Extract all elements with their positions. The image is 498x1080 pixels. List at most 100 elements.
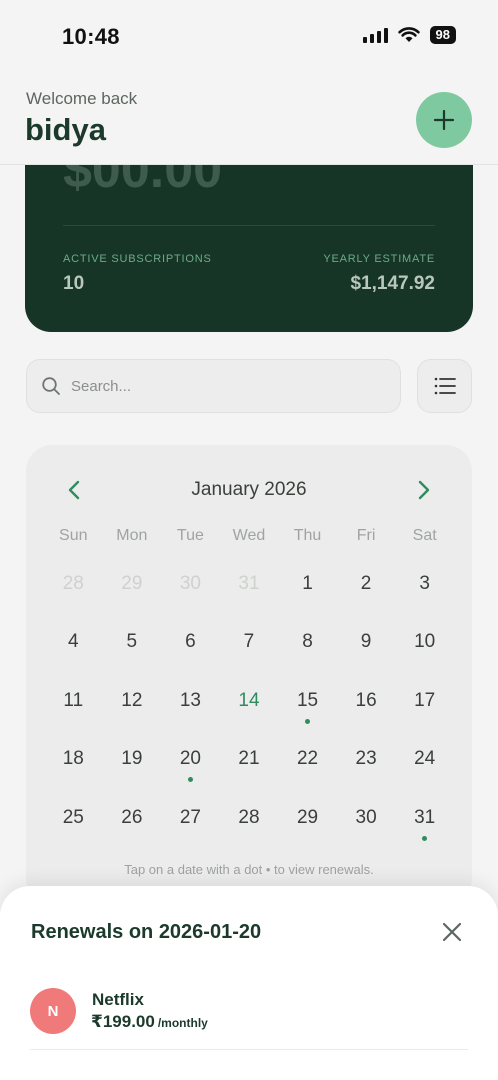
summary-divider bbox=[63, 225, 435, 226]
calendar-day[interactable]: 6 bbox=[161, 613, 220, 671]
calendar-month-label: January 2026 bbox=[191, 479, 307, 500]
calendar-day[interactable]: 18 bbox=[44, 730, 103, 788]
weekday-row: Sun Mon Tue Wed Thu Fri Sat bbox=[44, 527, 454, 545]
calendar-day: 29 bbox=[103, 555, 162, 613]
calendar-day[interactable]: 7 bbox=[220, 613, 279, 671]
calendar-day[interactable]: 1 bbox=[278, 555, 337, 613]
day-number: 29 bbox=[121, 573, 143, 594]
calendar-day[interactable]: 16 bbox=[337, 672, 396, 730]
calendar-day: 31 bbox=[220, 555, 279, 613]
calendar-day[interactable]: 13 bbox=[161, 672, 220, 730]
calendar-day: 28 bbox=[44, 555, 103, 613]
renewals-sheet: Renewals on 2026-01-20 N Netflix ₹199.00… bbox=[0, 886, 498, 1080]
weekday-label: Wed bbox=[232, 527, 266, 544]
calendar-week: 4 5 6 7 8 9 10 bbox=[44, 613, 454, 671]
calendar-day[interactable]: 25 bbox=[44, 789, 103, 847]
next-month-button[interactable] bbox=[411, 477, 437, 503]
sheet-title: Renewals on 2026-01-20 bbox=[31, 921, 262, 943]
yearly-estimate-label: YEARLY ESTIMATE bbox=[323, 253, 435, 265]
calendar-day-with-renewal[interactable]: 15 bbox=[278, 672, 337, 730]
search-input[interactable] bbox=[71, 377, 371, 395]
calendar-day[interactable]: 27 bbox=[161, 789, 220, 847]
day-number: 22 bbox=[296, 748, 319, 770]
renewal-item[interactable]: N Netflix ₹199.00/monthly bbox=[30, 986, 468, 1050]
username: bidya bbox=[25, 112, 106, 147]
calendar-day-with-renewal[interactable]: 20 bbox=[161, 730, 220, 788]
day-number: 21 bbox=[238, 748, 260, 770]
calendar-day[interactable]: 4 bbox=[44, 613, 103, 671]
renewal-calendar: January 2026 Sun Mon Tue Wed Thu Fri Sat 28 29 3… bbox=[26, 445, 472, 905]
calendar-day[interactable]: 2 bbox=[337, 555, 396, 613]
calendar-hint: Tap on a date with a dot • to view renew… bbox=[124, 862, 374, 877]
search-box[interactable] bbox=[26, 359, 401, 413]
day-number: 20 bbox=[179, 748, 201, 770]
calendar-day[interactable]: 5 bbox=[103, 613, 162, 671]
day-number: 31 bbox=[238, 573, 260, 594]
day-number: 5 bbox=[126, 631, 138, 653]
close-icon bbox=[442, 922, 462, 942]
weekday-label: Tue bbox=[176, 527, 204, 544]
calendar-day[interactable]: 12 bbox=[103, 672, 162, 730]
calendar-day[interactable]: 28 bbox=[220, 789, 279, 847]
calendar-day[interactable]: 29 bbox=[278, 789, 337, 847]
calendar-day[interactable]: 23 bbox=[337, 730, 396, 788]
day-number: 13 bbox=[179, 689, 201, 711]
day-number: 26 bbox=[121, 806, 143, 828]
day-number: 17 bbox=[414, 689, 436, 711]
subscription-price: ₹199.00/monthly bbox=[91, 1012, 208, 1032]
calendar-day[interactable]: 30 bbox=[337, 789, 396, 847]
billing-period: /monthly bbox=[157, 1016, 208, 1030]
plus-icon bbox=[433, 109, 455, 131]
add-subscription-button[interactable] bbox=[416, 92, 472, 148]
calendar-day[interactable]: 3 bbox=[395, 555, 454, 613]
active-subscriptions-value: 10 bbox=[63, 273, 85, 294]
calendar-day[interactable]: 26 bbox=[103, 789, 162, 847]
subscription-name: Netflix bbox=[92, 990, 144, 1009]
calendar-week: 11 12 13 14 15 16 17 bbox=[44, 672, 454, 730]
weekday-label: Sun bbox=[59, 527, 88, 544]
weekday-label: Mon bbox=[116, 527, 148, 544]
status-time: 10:48 bbox=[62, 24, 120, 49]
day-number: 4 bbox=[67, 631, 79, 653]
calendar-day[interactable]: 14 bbox=[220, 672, 279, 730]
calendar-day[interactable]: 10 bbox=[395, 613, 454, 671]
day-number: 7 bbox=[243, 631, 255, 653]
day-number: 15 bbox=[296, 689, 319, 711]
calendar-day-with-renewal[interactable]: 31 bbox=[395, 789, 454, 847]
price-amount: ₹199.00 bbox=[91, 1012, 155, 1031]
app-header: Welcome back bidya bbox=[0, 76, 498, 165]
avatar: N bbox=[30, 988, 76, 1034]
calendar-day: 30 bbox=[161, 555, 220, 613]
day-number: 28 bbox=[62, 573, 84, 594]
day-number: 1 bbox=[302, 573, 313, 594]
renewal-dot bbox=[187, 777, 193, 783]
day-number: 9 bbox=[360, 631, 372, 653]
day-number: 3 bbox=[419, 573, 430, 594]
battery-icon: 98 bbox=[429, 26, 456, 44]
calendar-day[interactable]: 11 bbox=[44, 672, 103, 730]
renewal-dot bbox=[305, 718, 311, 724]
calendar-day[interactable]: 8 bbox=[278, 613, 337, 671]
chevron-right-icon bbox=[418, 480, 430, 500]
renewal-dot bbox=[422, 835, 428, 841]
calendar-day[interactable]: 17 bbox=[395, 672, 454, 730]
search-icon bbox=[42, 377, 60, 395]
calendar-week: 18 19 20 21 22 23 24 bbox=[44, 730, 454, 788]
calendar-day[interactable]: 22 bbox=[278, 730, 337, 788]
active-subscriptions-label: ACTIVE SUBSCRIPTIONS bbox=[63, 253, 212, 265]
welcome-text: Welcome back bbox=[26, 89, 138, 108]
day-number: 28 bbox=[238, 806, 260, 828]
calendar-day[interactable]: 21 bbox=[220, 730, 279, 788]
calendar-day[interactable]: 19 bbox=[103, 730, 162, 788]
yearly-estimate-value: $1,147.92 bbox=[350, 273, 435, 294]
wifi-icon bbox=[397, 27, 420, 42]
calendar-day[interactable]: 9 bbox=[337, 613, 396, 671]
day-number: 16 bbox=[355, 689, 377, 711]
calendar-day[interactable]: 24 bbox=[395, 730, 454, 788]
day-number: 31 bbox=[414, 806, 436, 828]
cellular-signal-icon bbox=[362, 27, 388, 43]
calendar-header: January 2026 bbox=[26, 475, 472, 505]
list-view-button[interactable] bbox=[417, 359, 472, 413]
close-sheet-button[interactable] bbox=[440, 920, 464, 944]
weekday-label: Fri bbox=[356, 527, 376, 544]
